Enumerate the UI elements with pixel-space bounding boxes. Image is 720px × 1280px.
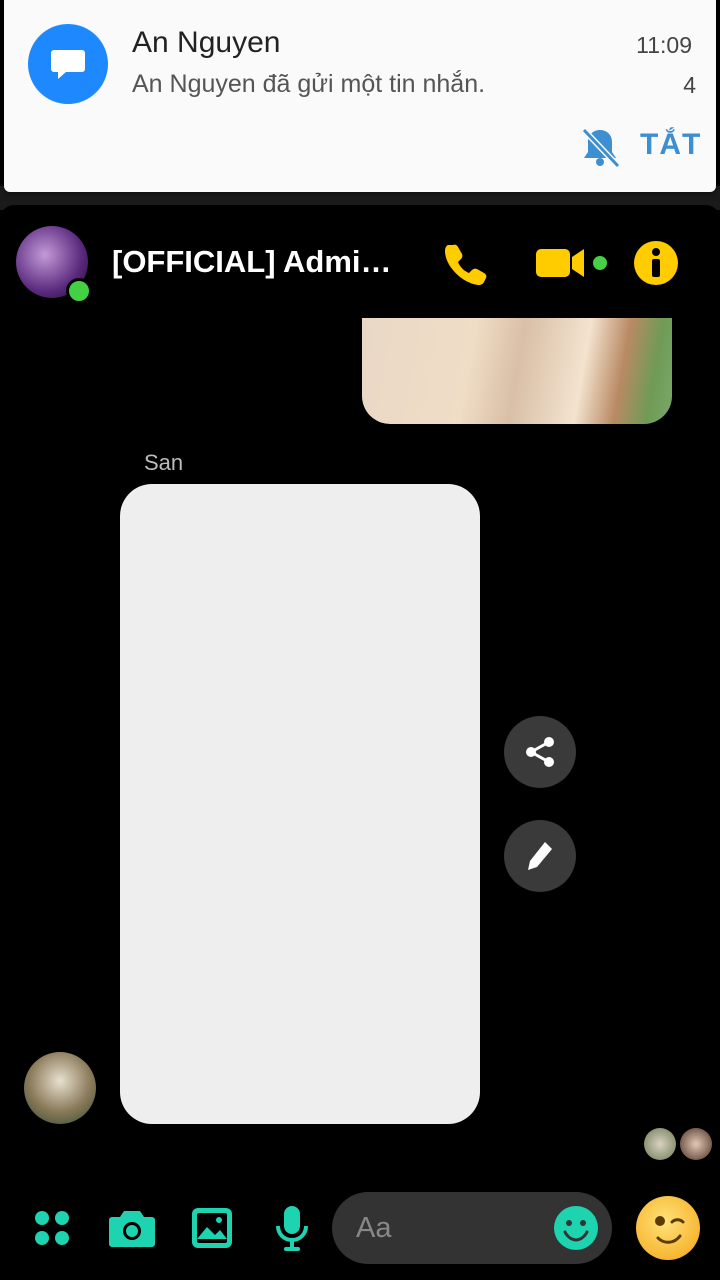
message-input[interactable]: Aa [332, 1192, 612, 1264]
sender-name: San [144, 450, 184, 475]
video-call-icon[interactable] [536, 236, 612, 290]
gallery-icon[interactable] [184, 1200, 240, 1256]
edit-icon[interactable] [504, 820, 576, 892]
image-message[interactable] [362, 318, 672, 424]
bell-off-icon[interactable] [576, 124, 624, 172]
camera-icon[interactable] [104, 1200, 160, 1256]
more-apps-icon[interactable] [24, 1200, 80, 1256]
message-input-placeholder: Aa [356, 1212, 392, 1244]
chat-title[interactable]: [OFFICIAL] Admin… [112, 244, 402, 280]
sender-avatar[interactable] [24, 1052, 96, 1124]
mic-icon[interactable] [264, 1200, 320, 1256]
phone-icon[interactable] [440, 236, 490, 290]
online-status-dot [66, 278, 92, 304]
notification-title: An Nguyen [132, 26, 281, 59]
mute-button[interactable]: TẮT [640, 128, 701, 162]
seen-avatar [680, 1128, 712, 1160]
smile-icon[interactable] [552, 1204, 600, 1252]
share-icon[interactable] [504, 716, 576, 788]
info-icon[interactable] [632, 236, 680, 290]
seen-avatar [644, 1128, 676, 1160]
wink-emoji-button[interactable] [636, 1196, 700, 1260]
notification-time: 11:09 [636, 32, 692, 58]
notification-card[interactable]: An Nguyen An Nguyen đã gửi một tin nhắn.… [4, 0, 716, 192]
notification-count: 4 [683, 72, 696, 98]
notification-message: An Nguyen đã gửi một tin nhắn. [132, 70, 486, 98]
media-message[interactable] [120, 484, 480, 1124]
messenger-chat-icon [28, 24, 108, 104]
